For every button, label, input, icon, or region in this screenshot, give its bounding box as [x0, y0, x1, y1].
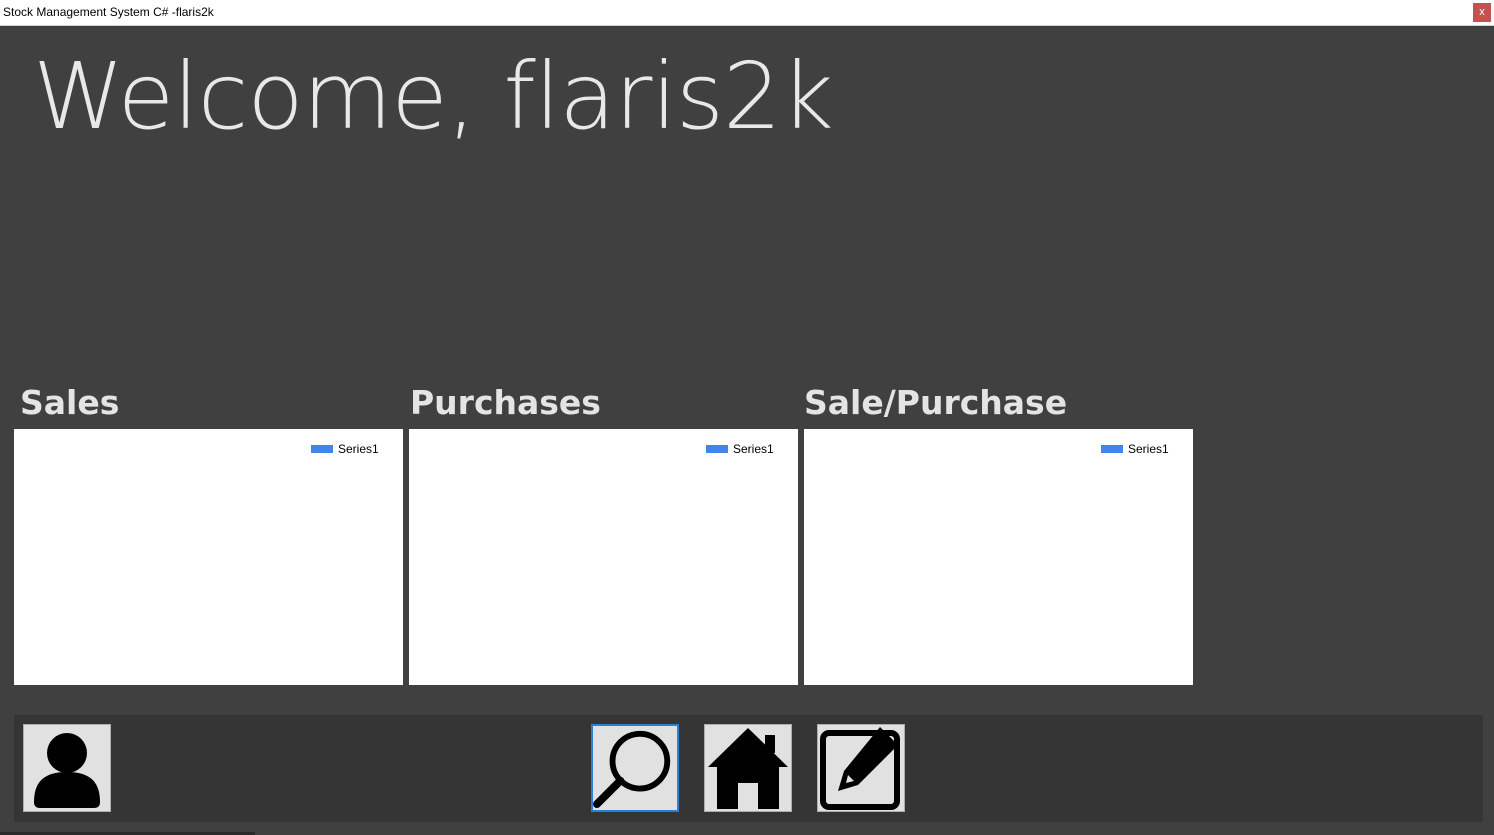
sale-purchase-chart-title: Sale/Purchase	[804, 383, 1068, 422]
purchases-chart-legend: Series1	[706, 442, 774, 456]
legend-label: Series1	[338, 442, 379, 456]
home-icon	[708, 728, 788, 809]
legend-label: Series1	[1128, 442, 1169, 456]
close-button[interactable]: x	[1473, 3, 1491, 22]
sale-purchase-chart-legend: Series1	[1101, 442, 1169, 456]
sales-chart-legend: Series1	[311, 442, 379, 456]
legend-swatch	[311, 445, 333, 453]
legend-swatch	[706, 445, 728, 453]
search-icon	[593, 730, 671, 809]
legend-label: Series1	[733, 442, 774, 456]
welcome-heading: Welcome, flaris2k	[33, 43, 834, 150]
edit-icon	[820, 727, 900, 810]
user-button[interactable]	[23, 724, 111, 812]
sales-chart-title: Sales	[20, 383, 120, 422]
edit-button[interactable]	[817, 724, 905, 812]
window-title: Stock Management System C# -flaris2k	[3, 5, 214, 19]
search-button[interactable]	[591, 724, 679, 812]
sales-chart: Series1	[14, 429, 403, 685]
home-button[interactable]	[704, 724, 792, 812]
user-icon	[34, 733, 100, 808]
title-bar: Stock Management System C# -flaris2k x	[0, 0, 1494, 26]
purchases-chart: Series1	[409, 429, 798, 685]
sale-purchase-chart: Series1	[804, 429, 1193, 685]
purchases-chart-title: Purchases	[410, 383, 601, 422]
legend-swatch	[1101, 445, 1123, 453]
